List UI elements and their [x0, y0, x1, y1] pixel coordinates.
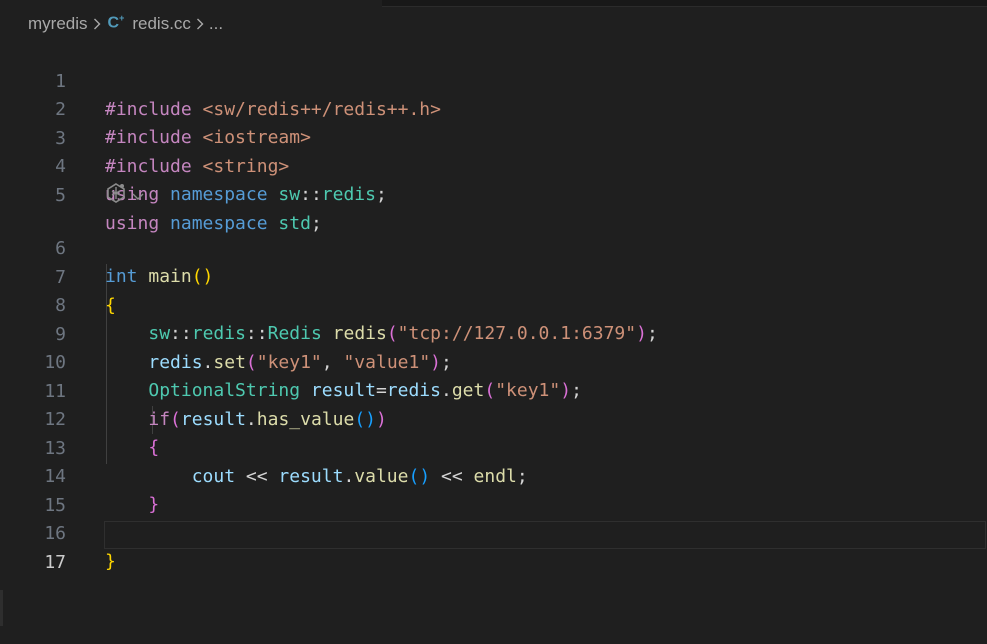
- code-line-3[interactable]: 3 #include <string>: [0, 97, 987, 177]
- code-line-8[interactable]: 8 sw::redis::Redis redis("tcp://127.0.0.…: [0, 264, 987, 344]
- code-line-16[interactable]: 16 }: [0, 492, 987, 572]
- code-line-12[interactable]: 12 {: [0, 378, 987, 458]
- code-line-5[interactable]: 5 using namespace std;: [0, 154, 987, 234]
- operator-token: ::: [300, 184, 322, 205]
- code-line-17[interactable]: 17: [0, 521, 987, 573]
- bracket-token: }: [105, 551, 116, 572]
- code-text: using namespace sw::redis;: [105, 181, 387, 209]
- breadcrumb-file[interactable]: redis.cc: [132, 14, 191, 34]
- cpp-file-icon: C+: [107, 13, 125, 32]
- code-line-6[interactable]: 6 int main(): [0, 207, 987, 287]
- scroll-indicator: [0, 590, 3, 626]
- code-line-14[interactable]: 14 }: [0, 435, 987, 515]
- keyword-token: namespace: [170, 184, 268, 205]
- code-line-2[interactable]: 2 #include <iostream>: [0, 68, 987, 148]
- code-line-9[interactable]: 9 redis.set("key1", "value1");: [0, 293, 987, 373]
- code-line-10[interactable]: 10 OptionalString result=redis.get("key1…: [0, 321, 987, 401]
- namespace-token: sw: [278, 184, 301, 205]
- code-line-15[interactable]: 15: [0, 464, 987, 516]
- breadcrumb-folder[interactable]: myredis: [28, 14, 88, 34]
- breadcrumb: myredis C+ redis.cc ...: [28, 13, 223, 35]
- chevron-right-icon: [88, 18, 106, 30]
- code-line-1[interactable]: 1 #include <sw/redis++/redis++.h>: [0, 40, 987, 120]
- code-line-13[interactable]: 13 cout << result.value() << endl;: [0, 407, 987, 487]
- chevron-right-icon: [191, 18, 209, 30]
- code-text: }: [105, 548, 116, 576]
- copilot-codelens[interactable]: [104, 182, 145, 208]
- code-line-4[interactable]: 4 using namespace sw::redis;: [0, 125, 987, 205]
- line-number: 5: [55, 185, 66, 206]
- chevron-down-icon[interactable]: [131, 186, 145, 205]
- punctuation-token: ;: [375, 184, 387, 205]
- code-line-7[interactable]: 7 {: [0, 236, 987, 316]
- namespace-token: redis: [321, 184, 376, 205]
- breadcrumb-more[interactable]: ...: [209, 14, 223, 34]
- line-number: 17: [44, 552, 66, 573]
- copilot-sparkle-icon[interactable]: [104, 182, 128, 208]
- code-editor[interactable]: 1 #include <sw/redis++/redis++.h> 2 #inc…: [0, 40, 987, 600]
- code-line-11[interactable]: 11 if(result.has_value()): [0, 350, 987, 430]
- tab-bar-edge: [382, 0, 987, 7]
